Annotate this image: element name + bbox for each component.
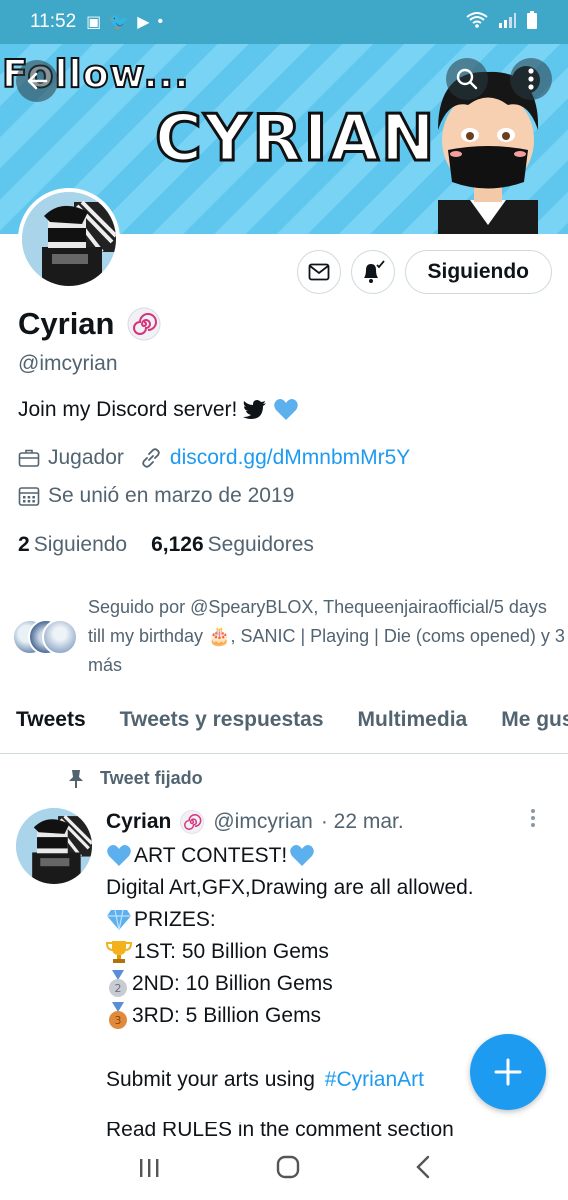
status-time: 11:52 <box>30 11 77 32</box>
profile-joined-date: Se unió en marzo de 2019 <box>48 484 295 507</box>
plus-icon <box>494 1058 522 1086</box>
recent-apps-button[interactable] <box>137 1154 161 1186</box>
back-button[interactable] <box>16 60 58 102</box>
spiral-badge-icon <box>180 810 205 834</box>
message-button[interactable] <box>296 250 341 294</box>
followers-count-link[interactable]: 6,126 Seguidores <box>151 533 314 557</box>
third-place-medal-icon: 3 <box>109 1002 127 1029</box>
tweet-line: 1ST: 50 Billion Gems <box>106 936 474 968</box>
gem-icon <box>107 909 131 931</box>
pinned-text: Tweet fijado <box>100 768 203 788</box>
more-options-button[interactable] <box>510 58 552 100</box>
follow-counts: 2 Siguiendo 6,126 Seguidores <box>18 533 314 557</box>
profile-handle: @imcyrian <box>18 352 118 375</box>
search-icon <box>456 68 478 90</box>
tweet-cutoff-line: Read RULES in the comment section <box>106 1122 454 1140</box>
back-nav-button[interactable] <box>415 1154 431 1186</box>
trophy-icon <box>106 941 132 963</box>
tweet-line: 2 2ND: 10 Billion Gems <box>106 968 474 1000</box>
dot-icon: • <box>157 13 164 30</box>
tab-tweets-replies[interactable]: Tweets y respuestas <box>120 700 324 753</box>
hashtag-link[interactable]: #CyrianArt <box>325 1064 424 1096</box>
tab-media[interactable]: Multimedia <box>358 700 468 753</box>
tab-likes[interactable]: Me gusta <box>501 700 568 753</box>
system-navigation-bar <box>0 1140 568 1200</box>
search-button[interactable] <box>446 58 488 100</box>
banner-name-text: CYRIAN <box>154 101 437 178</box>
youtube-icon: ▶ <box>137 14 150 31</box>
tweet-header: Cyrian @imcyrian · 22 mar. <box>106 809 404 835</box>
home-icon <box>276 1155 300 1179</box>
more-vertical-icon <box>531 809 535 827</box>
home-button[interactable] <box>276 1154 300 1186</box>
calendar-icon <box>18 487 40 506</box>
svg-text:3: 3 <box>115 1014 122 1027</box>
profile-display-name: Cyrian <box>18 306 115 341</box>
tweet-line: ART CONTEST! <box>106 840 474 872</box>
bell-check-icon <box>363 260 385 283</box>
avatar-image <box>22 192 116 286</box>
signal-icon <box>498 12 516 33</box>
blue-heart-icon <box>290 845 315 866</box>
pinned-label: Tweet fijado <box>68 768 203 789</box>
profile-actions: Siguiendo <box>296 250 552 294</box>
profile-name: Cyrian <box>18 306 162 342</box>
link-icon <box>142 448 160 468</box>
followed-by-section[interactable]: Seguido por @SpearyBLOX, Thequeenjairaof… <box>12 593 568 680</box>
gallery-icon: ▣ <box>86 14 102 31</box>
system-icons <box>466 10 538 34</box>
profile-category: Jugador <box>48 446 124 469</box>
followed-by-text: Seguido por @SpearyBLOX, Thequeenjairaof… <box>88 597 565 675</box>
battery-icon <box>526 10 538 34</box>
profile-website-link[interactable]: discord.gg/dMmnbmMr5Y <box>170 446 410 470</box>
profile-meta-line: Jugador discord.gg/dMmnbmMr5Y <box>18 446 410 470</box>
pin-icon <box>69 769 83 788</box>
profile-avatar[interactable] <box>18 188 120 290</box>
twitter-bird-icon: 🐦 <box>109 14 130 31</box>
wifi-icon <box>466 11 488 34</box>
profile-joined-line: Se unió en marzo de 2019 <box>18 484 294 508</box>
avatar-image <box>16 808 92 884</box>
profile-tabs: Tweets Tweets y respuestas Multimedia Me… <box>0 700 568 754</box>
compose-tweet-button[interactable] <box>470 1034 546 1110</box>
tweet-more-button[interactable] <box>530 808 536 834</box>
blue-heart-icon <box>274 399 299 420</box>
status-bar: 11:52 ▣ 🐦 ▶ • <box>0 0 568 44</box>
arrow-left-icon <box>27 72 48 90</box>
following-button[interactable]: Siguiendo <box>404 250 552 294</box>
spiral-badge-icon <box>127 307 161 341</box>
twitter-bird-icon <box>243 400 267 419</box>
second-place-medal-icon: 2 <box>109 970 127 997</box>
svg-text:2: 2 <box>115 982 122 995</box>
tweet-author-avatar[interactable] <box>16 808 92 884</box>
more-vertical-icon <box>528 68 534 90</box>
tab-tweets[interactable]: Tweets <box>16 700 86 753</box>
notification-icons: ▣ 🐦 ▶ • <box>86 12 163 32</box>
tweet-line: 3 3RD: 5 Billion Gems <box>106 1000 474 1032</box>
tweet-line: PRIZES: <box>106 904 474 936</box>
tweet-line: Digital Art,GFX,Drawing are all allowed. <box>106 876 474 899</box>
follower-avatar <box>42 618 78 655</box>
envelope-icon <box>308 263 329 281</box>
briefcase-icon <box>18 449 40 467</box>
tweet-author-name[interactable]: Cyrian <box>106 810 171 834</box>
tweet-line <box>106 1032 474 1064</box>
tweet-author-handle: @imcyrian <box>213 810 313 833</box>
notifications-button[interactable] <box>350 250 395 294</box>
tweet-text: ART CONTEST! Digital Art,GFX,Drawing are… <box>106 840 474 1096</box>
blue-heart-icon <box>107 845 131 866</box>
followed-by-avatars <box>12 618 78 655</box>
profile-bio: Join my Discord server! <box>18 398 299 422</box>
tweet-date: · 22 mar. <box>320 810 404 833</box>
recent-apps-icon <box>140 1159 159 1177</box>
tweet-line: Submit your arts using #CyrianArt <box>106 1064 474 1096</box>
following-count-link[interactable]: 2 Siguiendo <box>18 533 127 557</box>
chevron-left-icon <box>415 1155 429 1179</box>
bio-text: Join my Discord server! <box>18 398 238 421</box>
